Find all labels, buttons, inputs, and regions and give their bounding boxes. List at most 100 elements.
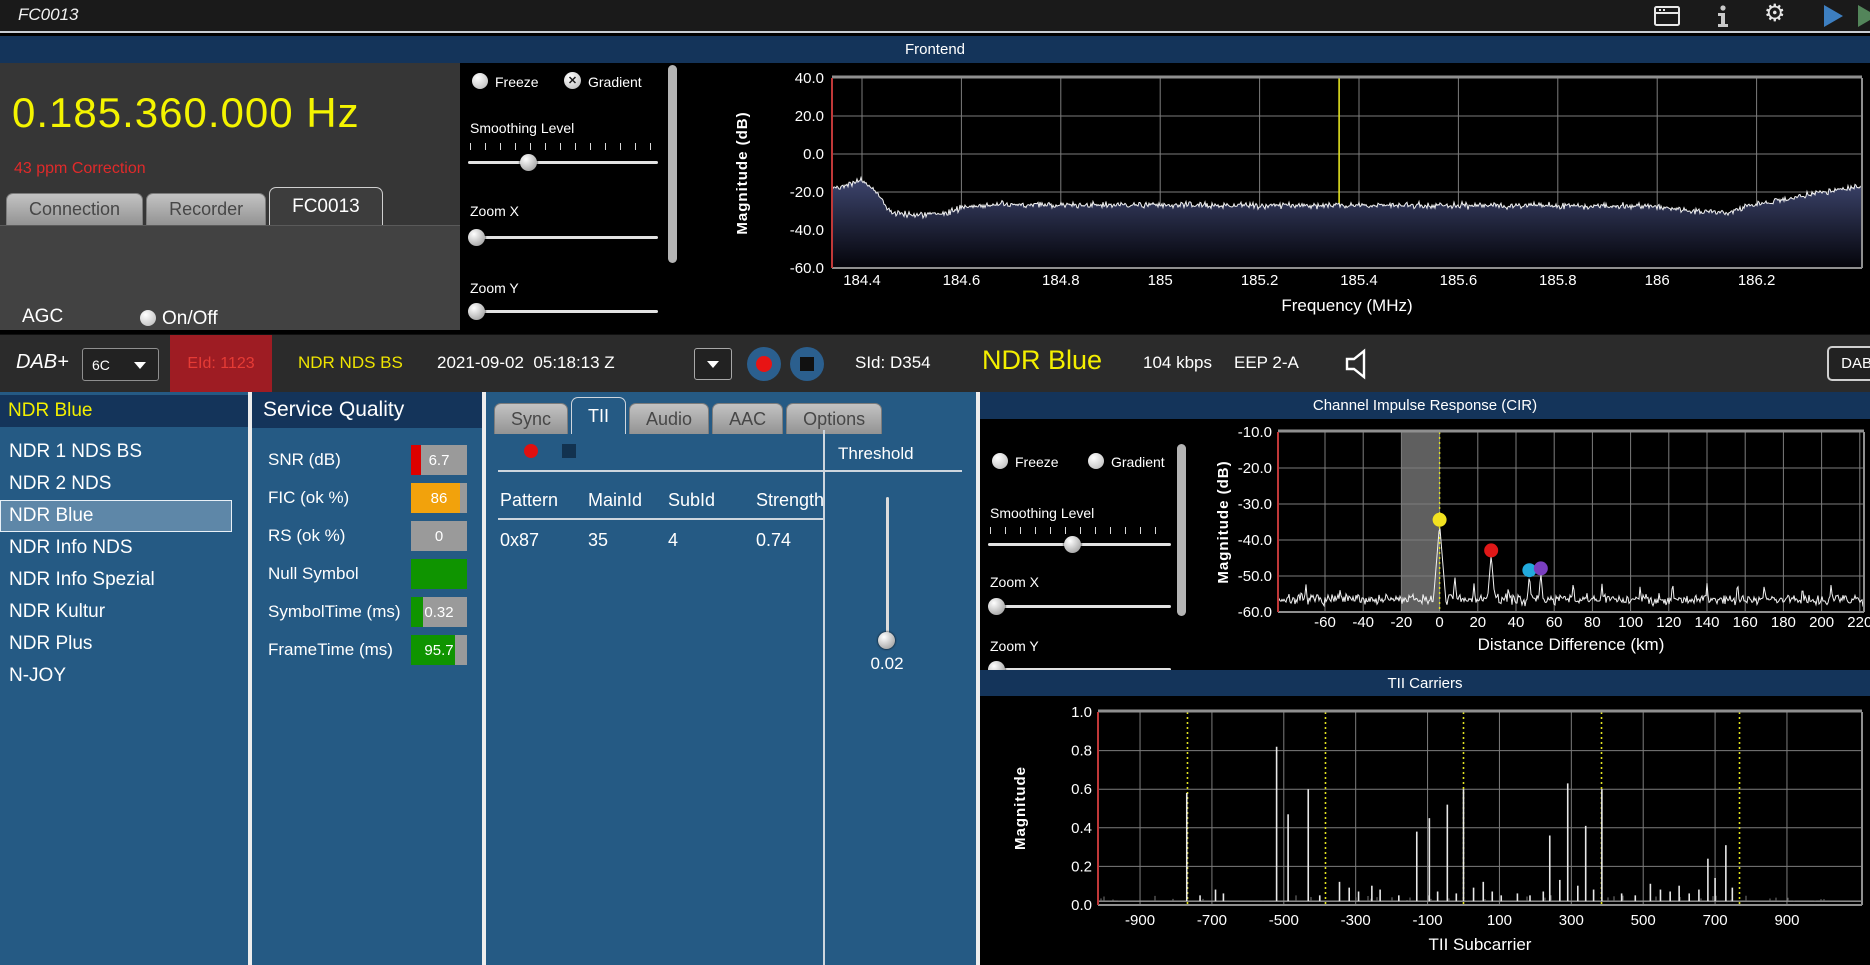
controls-scrollbar[interactable] bbox=[668, 65, 677, 263]
quality-label: FrameTime (ms) bbox=[268, 640, 393, 659]
service-dropdown-button[interactable] bbox=[694, 348, 732, 380]
svg-text:40: 40 bbox=[1508, 614, 1525, 631]
selected-service-header: NDR Blue bbox=[0, 395, 248, 427]
frequency-display: 0.185.360.000 Hz bbox=[12, 89, 360, 136]
svg-text:Magnitude (dB): Magnitude (dB) bbox=[1215, 460, 1232, 583]
tab-fc0013[interactable]: FC0013 bbox=[269, 187, 383, 225]
quality-bar bbox=[411, 559, 467, 589]
svg-text:0.2: 0.2 bbox=[1071, 858, 1092, 875]
ensemble-id-badge: EId: 1123 bbox=[170, 335, 272, 393]
play-icon[interactable] bbox=[1824, 5, 1843, 27]
quality-label: SymbolTime (ms) bbox=[268, 602, 401, 621]
service-item[interactable]: NDR Info NDS bbox=[0, 532, 248, 564]
service-item[interactable]: NDR Blue bbox=[0, 500, 232, 532]
cir-zoom-x-slider-knob[interactable] bbox=[988, 598, 1005, 615]
quality-bar: 86 bbox=[411, 483, 467, 513]
quality-value: 0 bbox=[434, 527, 444, 545]
check-x-icon: ✕ bbox=[567, 75, 578, 87]
service-item[interactable]: N-JOY bbox=[0, 660, 248, 692]
cir-smoothing-label: Smoothing Level bbox=[990, 505, 1095, 521]
quality-bar: 0.32 bbox=[411, 597, 467, 627]
svg-text:-900: -900 bbox=[1125, 912, 1155, 929]
service-item[interactable]: NDR 1 NDS BS bbox=[0, 436, 248, 468]
cir-controls-scrollbar[interactable] bbox=[1177, 444, 1186, 616]
gradient-checkbox[interactable]: ✕ bbox=[564, 72, 581, 89]
stop-button[interactable] bbox=[790, 347, 824, 381]
threshold-slider[interactable] bbox=[886, 497, 889, 647]
tab-options[interactable]: Options bbox=[786, 403, 883, 434]
svg-text:-40.0: -40.0 bbox=[1238, 532, 1272, 549]
tab-tii[interactable]: TII bbox=[571, 397, 627, 434]
quality-row: FrameTime (ms) 95.7 bbox=[252, 632, 482, 670]
service-id: SId: D354 bbox=[855, 353, 931, 372]
svg-text:-40.0: -40.0 bbox=[790, 222, 824, 239]
svg-text:-100: -100 bbox=[1413, 912, 1443, 929]
service-item[interactable]: NDR 2 NDS bbox=[0, 468, 248, 500]
svg-text:0.0: 0.0 bbox=[803, 146, 824, 163]
cir-gradient-radio[interactable] bbox=[1088, 453, 1104, 469]
svg-text:-10.0: -10.0 bbox=[1238, 424, 1272, 441]
service-item[interactable]: NDR Kultur bbox=[0, 596, 248, 628]
tii-carriers-plot: 0.0 0.2 0.4 0.6 0.8 1.0 -900 -700 -500 -300 -100 10… bbox=[980, 696, 1870, 965]
zoom-y-slider-knob[interactable] bbox=[468, 303, 485, 320]
tii-column-header: MainId bbox=[588, 490, 643, 510]
channel-select[interactable]: 6C bbox=[82, 348, 159, 381]
svg-text:0.6: 0.6 bbox=[1071, 781, 1092, 798]
svg-text:1.0: 1.0 bbox=[1071, 704, 1092, 721]
zoom-x-slider[interactable] bbox=[468, 236, 658, 239]
svg-text:-20.0: -20.0 bbox=[790, 184, 824, 201]
dab-edge-button[interactable]: DAB bbox=[1827, 346, 1870, 381]
tii-column-header: SubId bbox=[668, 490, 716, 510]
play-secondary-icon[interactable] bbox=[1858, 5, 1870, 27]
svg-text:200: 200 bbox=[1809, 614, 1834, 631]
tab-aac[interactable]: AAC bbox=[712, 403, 784, 434]
tii-cell: 0.74 bbox=[756, 530, 792, 550]
cir-smoothing-slider-knob[interactable] bbox=[1064, 536, 1081, 553]
tii-column-header: Strength bbox=[756, 490, 825, 510]
tii-marker-square-icon bbox=[562, 444, 576, 458]
service-item[interactable]: NDR Plus bbox=[0, 628, 248, 660]
record-button[interactable] bbox=[747, 347, 781, 381]
tab-connection[interactable]: Connection bbox=[6, 193, 144, 225]
tii-cell: 0x87 bbox=[500, 530, 540, 550]
settings-icon[interactable]: ⚙ bbox=[1764, 2, 1786, 26]
zoom-x-label: Zoom X bbox=[470, 203, 520, 219]
tab-sync[interactable]: Sync bbox=[494, 403, 569, 434]
svg-text:0.4: 0.4 bbox=[1071, 820, 1092, 837]
speaker-icon[interactable] bbox=[1342, 347, 1374, 381]
window-icon[interactable] bbox=[1653, 4, 1681, 28]
zoom-x-slider-knob[interactable] bbox=[468, 229, 485, 246]
cir-zoom-x-slider[interactable] bbox=[988, 605, 1171, 608]
window-titlebar: FC0013 ⚙ bbox=[0, 0, 1870, 33]
datetime-label: 2021-09-02 05:18:13 Z bbox=[437, 353, 615, 372]
svg-text:100: 100 bbox=[1487, 912, 1512, 929]
agc-radio[interactable] bbox=[140, 310, 156, 326]
freeze-radio[interactable] bbox=[472, 73, 488, 89]
cir-title: Channel Impulse Response (CIR) bbox=[1312, 397, 1538, 414]
smoothing-label: Smoothing Level bbox=[470, 120, 575, 136]
smoothing-slider-knob[interactable] bbox=[520, 154, 537, 171]
threshold-slider-knob[interactable] bbox=[878, 632, 895, 649]
table-underline bbox=[498, 518, 824, 520]
info-icon[interactable] bbox=[1712, 4, 1734, 30]
protection-label: EEP 2-A bbox=[1234, 353, 1299, 372]
zoom-y-label: Zoom Y bbox=[470, 280, 519, 296]
svg-text:-50.0: -50.0 bbox=[1238, 568, 1272, 585]
chevron-down-icon bbox=[134, 362, 146, 369]
dab-edge-label: DAB bbox=[1841, 355, 1870, 372]
tab-recorder[interactable]: Recorder bbox=[146, 193, 267, 225]
tab-audio[interactable]: Audio bbox=[629, 403, 710, 434]
svg-text:-20: -20 bbox=[1391, 614, 1413, 631]
service-item[interactable]: NDR Info Spezial bbox=[0, 564, 248, 596]
tuner-tab-content: AGC On/Off Gain bbox=[0, 225, 460, 377]
smoothing-slider[interactable] bbox=[468, 161, 658, 164]
svg-text:-20.0: -20.0 bbox=[1238, 460, 1272, 477]
zoom-y-slider[interactable] bbox=[468, 310, 658, 313]
dab-mode-label: DAB+ bbox=[16, 351, 69, 373]
svg-text:185.2: 185.2 bbox=[1241, 272, 1279, 289]
app-window: FC0013 ⚙ Frontend 0.185.360.000 Hz 43 pp… bbox=[0, 0, 1870, 965]
service-quality-title: Service Quality bbox=[263, 398, 405, 421]
quality-value bbox=[411, 559, 467, 589]
svg-text:-30.0: -30.0 bbox=[1238, 496, 1272, 513]
cir-freeze-radio[interactable] bbox=[992, 453, 1008, 469]
